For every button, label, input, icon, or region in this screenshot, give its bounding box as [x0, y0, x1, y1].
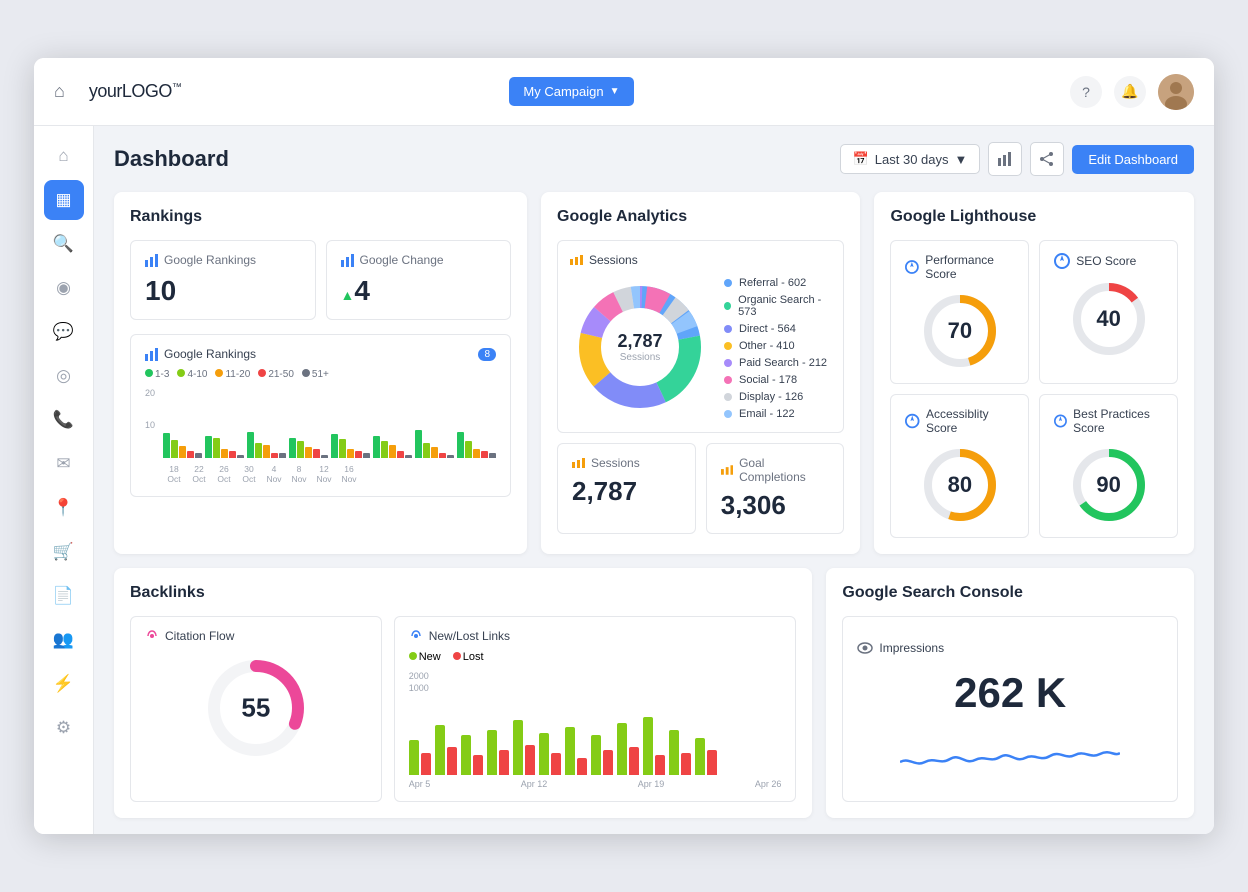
- lighthouse-icon: [905, 259, 919, 275]
- best-practices-icon: [1054, 413, 1067, 429]
- rankings-card: Rankings Google Rankings 10: [114, 192, 527, 554]
- citation-donut: 55: [201, 653, 311, 763]
- chart-icon: [145, 348, 158, 361]
- analytics-title: Google Analytics: [557, 208, 844, 226]
- notification-button[interactable]: 🔔: [1114, 76, 1146, 108]
- sessions-legend: Referral - 602 Organic Search - 573 Dire…: [724, 277, 831, 420]
- sidebar-item-reports[interactable]: 📄: [44, 576, 84, 616]
- sidebar-item-calls[interactable]: 📞: [44, 400, 84, 440]
- logo: yourLOGO™: [89, 81, 494, 102]
- gsc-card: Google Search Console Impressions 262 K: [826, 568, 1194, 818]
- edit-dashboard-button[interactable]: Edit Dashboard: [1072, 145, 1194, 174]
- share-icon-button[interactable]: [1030, 142, 1064, 176]
- sidebar-item-integrations[interactable]: ⚡: [44, 664, 84, 704]
- chart-icon-button[interactable]: [988, 142, 1022, 176]
- google-change-card: Google Change ▲4: [326, 240, 512, 320]
- backlinks-card: Backlinks Citation Flow: [114, 568, 812, 818]
- google-analytics-card: Google Analytics Sessions: [541, 192, 860, 554]
- impressions-card: Impressions 262 K: [842, 616, 1178, 802]
- main-content: Dashboard 📅 Last 30 days ▼ Edit Dashboar…: [94, 126, 1214, 834]
- sessions-stats: Sessions 2,787 Goal Completions 3,306: [557, 443, 844, 534]
- citation-icon: [145, 629, 159, 643]
- newlost-x-labels: Apr 5Apr 12Apr 19Apr 26: [409, 779, 782, 789]
- rankings-chart-card: Google Rankings 8 1-3 4-10 11-20 21-50 5…: [130, 334, 511, 497]
- help-button[interactable]: ?: [1070, 76, 1102, 108]
- backlinks-title: Backlinks: [130, 584, 796, 602]
- sidebar-item-location[interactable]: 📍: [44, 488, 84, 528]
- impressions-wave: [900, 727, 1120, 777]
- sidebar-item-dashboard[interactable]: ▦: [44, 180, 84, 220]
- sidebar-item-ecommerce[interactable]: 🛒: [44, 532, 84, 572]
- newlost-icon: [409, 629, 423, 643]
- impressions-icon: [857, 641, 873, 655]
- date-range-button[interactable]: 📅 Last 30 days ▼: [840, 144, 981, 174]
- chevron-down-icon: ▼: [955, 152, 968, 167]
- rankings-title: Rankings: [130, 208, 511, 226]
- sessions-chart: 2,787 Sessions Referral - 602 Organic Se…: [570, 277, 831, 420]
- citation-flow-card: Citation Flow 55: [130, 616, 382, 802]
- impressions-value: 262 K: [954, 669, 1066, 717]
- sidebar-item-search[interactable]: 🔍: [44, 224, 84, 264]
- trend-icon: [341, 254, 354, 267]
- chevron-down-icon: ▼: [610, 86, 620, 97]
- newlost-card: New/Lost Links New Lost 2000 1000: [394, 616, 797, 802]
- performance-score-card: Performance Score 70: [890, 240, 1029, 384]
- x-axis-labels: 18 Oct 22 Oct 26 Oct 30 Oct 4 Nov 8 Nov …: [145, 464, 496, 484]
- chart-legend: 1-3 4-10 11-20 21-50 51+: [145, 369, 496, 380]
- sessions-icon: [570, 255, 583, 265]
- sessions-stat-card: Sessions 2,787: [557, 443, 696, 534]
- lighthouse-grid: Performance Score 70: [890, 240, 1178, 538]
- sidebar-item-home[interactable]: ⌂: [44, 136, 84, 176]
- newlost-chart: [409, 695, 782, 775]
- seo-icon: [1054, 253, 1070, 269]
- home-icon[interactable]: ⌂: [54, 81, 65, 102]
- sidebar: ⌂ ▦ 🔍 ◉ 💬 ◎ 📞 ✉ 📍 🛒 📄 👥 ⚡ ⚙: [34, 126, 94, 834]
- best-practices-score-card: Best Practices Score 90: [1039, 394, 1178, 538]
- sessions-header: Sessions: [570, 253, 831, 267]
- gsc-title: Google Search Console: [842, 584, 1178, 602]
- sidebar-item-email[interactable]: ✉: [44, 444, 84, 484]
- sidebar-item-comments[interactable]: 💬: [44, 312, 84, 352]
- sidebar-item-users[interactable]: 👥: [44, 620, 84, 660]
- accessibility-score-card: Accessiblity Score 80: [890, 394, 1029, 538]
- lighthouse-title: Google Lighthouse: [890, 208, 1178, 226]
- google-rankings-card: Google Rankings 10: [130, 240, 316, 320]
- page-title: Dashboard: [114, 146, 840, 172]
- goal-icon: [721, 465, 733, 475]
- sessions-stat-icon: [572, 458, 585, 468]
- accessibility-icon: [905, 413, 920, 429]
- rankings-bar-chart: [145, 388, 496, 458]
- calendar-icon: 📅: [853, 151, 869, 167]
- seo-score-card: SEO Score 40: [1039, 240, 1178, 384]
- lighthouse-card: Google Lighthouse Performance Score: [874, 192, 1194, 554]
- goal-completions-card: Goal Completions 3,306: [706, 443, 845, 534]
- sidebar-item-settings[interactable]: ⚙: [44, 708, 84, 748]
- avatar[interactable]: [1158, 74, 1194, 110]
- campaign-button[interactable]: My Campaign ▼: [509, 77, 633, 106]
- sidebar-item-analytics[interactable]: ◉: [44, 268, 84, 308]
- backlinks-inner: Citation Flow 55: [130, 616, 796, 802]
- sidebar-item-targeting[interactable]: ◎: [44, 356, 84, 396]
- newlost-legend: New Lost: [409, 651, 782, 663]
- bar-chart-icon: [145, 254, 158, 267]
